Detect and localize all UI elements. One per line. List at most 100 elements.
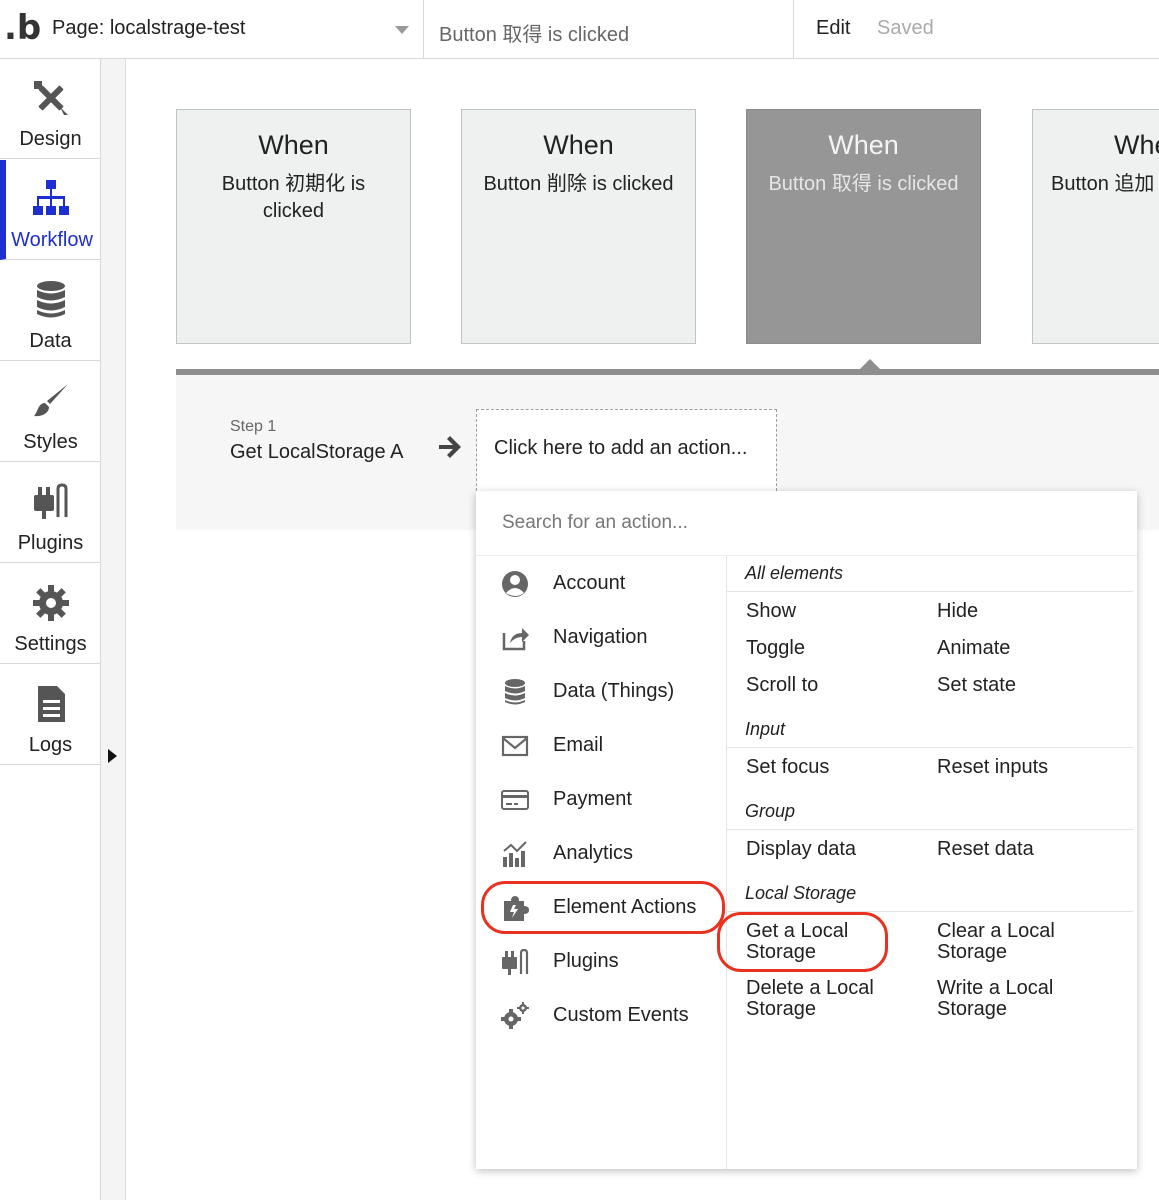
divider — [423, 0, 424, 58]
category-account[interactable]: Account — [476, 561, 726, 607]
section-title-group: Group — [745, 801, 796, 821]
credit-card-icon — [501, 790, 529, 810]
sidebar-item-label: Workflow — [11, 229, 93, 251]
divider — [726, 747, 1133, 748]
divider — [726, 591, 1133, 592]
database-icon — [36, 281, 65, 318]
action-scroll-to[interactable]: Scroll to — [746, 675, 906, 696]
event-when-label: When — [1114, 130, 1159, 160]
chevron-down-icon[interactable] — [395, 26, 409, 34]
sidebar-item-logs[interactable]: Logs — [0, 665, 101, 765]
category-data[interactable]: Data (Things) — [476, 669, 726, 715]
palette-gutter — [101, 59, 126, 1200]
add-action-label: Click here to add an action... — [494, 437, 748, 459]
event-description: Button 追加 is clicked — [1051, 173, 1159, 195]
action-show[interactable]: Show — [746, 601, 906, 622]
document-icon — [37, 686, 65, 722]
category-label: Navigation — [553, 626, 648, 648]
event-card[interactable]: When Button 削除 is clicked — [461, 109, 696, 344]
event-description: Button 削除 is clicked — [483, 173, 674, 195]
database-icon — [505, 679, 525, 705]
sidebar-item-label: Design — [19, 128, 82, 150]
step-number: Step 1 — [230, 418, 277, 435]
selected-event-pointer — [859, 359, 881, 370]
sidebar-item-label: Settings — [14, 633, 87, 655]
category-navigation[interactable]: Navigation — [476, 615, 726, 661]
section-title-all-elements: All elements — [745, 563, 844, 583]
category-label: Email — [553, 734, 604, 756]
sidebar-item-settings[interactable]: Settings — [0, 564, 101, 664]
category-payment[interactable]: Payment — [476, 777, 726, 823]
section-title-input: Input — [745, 719, 786, 739]
page-selector[interactable]: Page: localstrage-test — [52, 17, 245, 40]
action-delete-local-storage[interactable]: Delete a Local Storage — [746, 978, 896, 1020]
category-label: Data (Things) — [553, 680, 675, 702]
plug-icon — [502, 948, 529, 975]
action-search-input[interactable] — [476, 491, 1137, 556]
sidebar: Design Workflow Data Styles Plugins Sett… — [0, 59, 101, 1200]
expand-arrow-icon[interactable] — [108, 749, 117, 763]
add-action-button[interactable]: Click here to add an action... — [476, 409, 777, 491]
event-description: Button 取得 is clicked — [768, 173, 959, 195]
section-title-local-storage: Local Storage — [745, 883, 857, 903]
email-icon — [501, 735, 529, 757]
gear-icon — [32, 585, 69, 621]
step-1-card[interactable]: Get LocalStorage A — [230, 441, 403, 464]
category-analytics[interactable]: Analytics — [476, 831, 726, 877]
save-status: Saved — [877, 17, 934, 39]
divider — [793, 0, 794, 58]
action-set-state[interactable]: Set state — [937, 675, 1097, 696]
event-when-label: When — [828, 130, 899, 160]
divider — [726, 556, 727, 1169]
highlight-circle — [717, 912, 888, 972]
action-clear-local-storage[interactable]: Clear a Local Storage — [937, 921, 1077, 963]
action-set-focus[interactable]: Set focus — [746, 757, 906, 778]
category-custom-events[interactable]: Custom Events — [476, 993, 726, 1039]
plug-icon — [33, 483, 67, 519]
sidebar-item-design[interactable]: Design — [0, 59, 101, 159]
event-when-label: When — [258, 130, 329, 160]
highlight-circle — [481, 881, 725, 934]
sidebar-item-workflow[interactable]: Workflow — [0, 160, 101, 260]
action-animate[interactable]: Animate — [937, 638, 1097, 659]
current-event-title: Button 取得 is clicked — [439, 24, 630, 46]
bubble-logo[interactable]: .b — [4, 8, 41, 48]
action-hide[interactable]: Hide — [937, 601, 1097, 622]
divider — [726, 829, 1133, 830]
category-label: Plugins — [553, 950, 619, 972]
category-label: Analytics — [553, 842, 634, 864]
gears-icon — [501, 1002, 529, 1029]
top-bar: .b Page: localstrage-test Button 取得 is c… — [0, 0, 1159, 59]
sidebar-item-label: Styles — [23, 431, 78, 453]
action-dropdown: Account Navigation Data (Things) Email — [476, 491, 1137, 1169]
sidebar-item-label: Data — [29, 330, 72, 352]
event-card-selected[interactable]: When Button 取得 is clicked — [746, 109, 981, 344]
action-write-local-storage[interactable]: Write a Local Storage — [937, 978, 1077, 1020]
brush-icon — [33, 384, 68, 417]
analytics-icon — [503, 841, 527, 867]
action-display-data[interactable]: Display data — [746, 839, 906, 860]
edit-menu[interactable]: Edit — [816, 17, 850, 40]
category-plugins[interactable]: Plugins — [476, 939, 726, 985]
event-card[interactable]: When Button 追加 is clicked — [1032, 109, 1159, 344]
workflow-icon — [32, 180, 69, 215]
navigation-icon — [502, 628, 529, 651]
event-card[interactable]: When Button 初期化 is clicked — [176, 109, 411, 344]
sidebar-item-label: Logs — [28, 734, 73, 756]
design-icon — [33, 81, 68, 115]
sidebar-item-data[interactable]: Data — [0, 261, 101, 361]
category-label: Custom Events — [553, 1004, 689, 1026]
category-label: Account — [553, 572, 626, 594]
action-toggle[interactable]: Toggle — [746, 638, 906, 659]
action-reset-data[interactable]: Reset data — [937, 839, 1097, 860]
event-when-label: When — [543, 130, 614, 160]
action-reset-inputs[interactable]: Reset inputs — [937, 757, 1097, 778]
category-email[interactable]: Email — [476, 723, 726, 769]
arrow-right-icon — [439, 436, 461, 458]
sidebar-item-label: Plugins — [17, 532, 84, 554]
category-label: Payment — [553, 788, 632, 810]
sidebar-item-styles[interactable]: Styles — [0, 362, 101, 462]
account-icon — [502, 571, 528, 597]
sidebar-item-plugins[interactable]: Plugins — [0, 463, 101, 563]
event-description: Button 初期化 is clicked — [221, 173, 366, 222]
